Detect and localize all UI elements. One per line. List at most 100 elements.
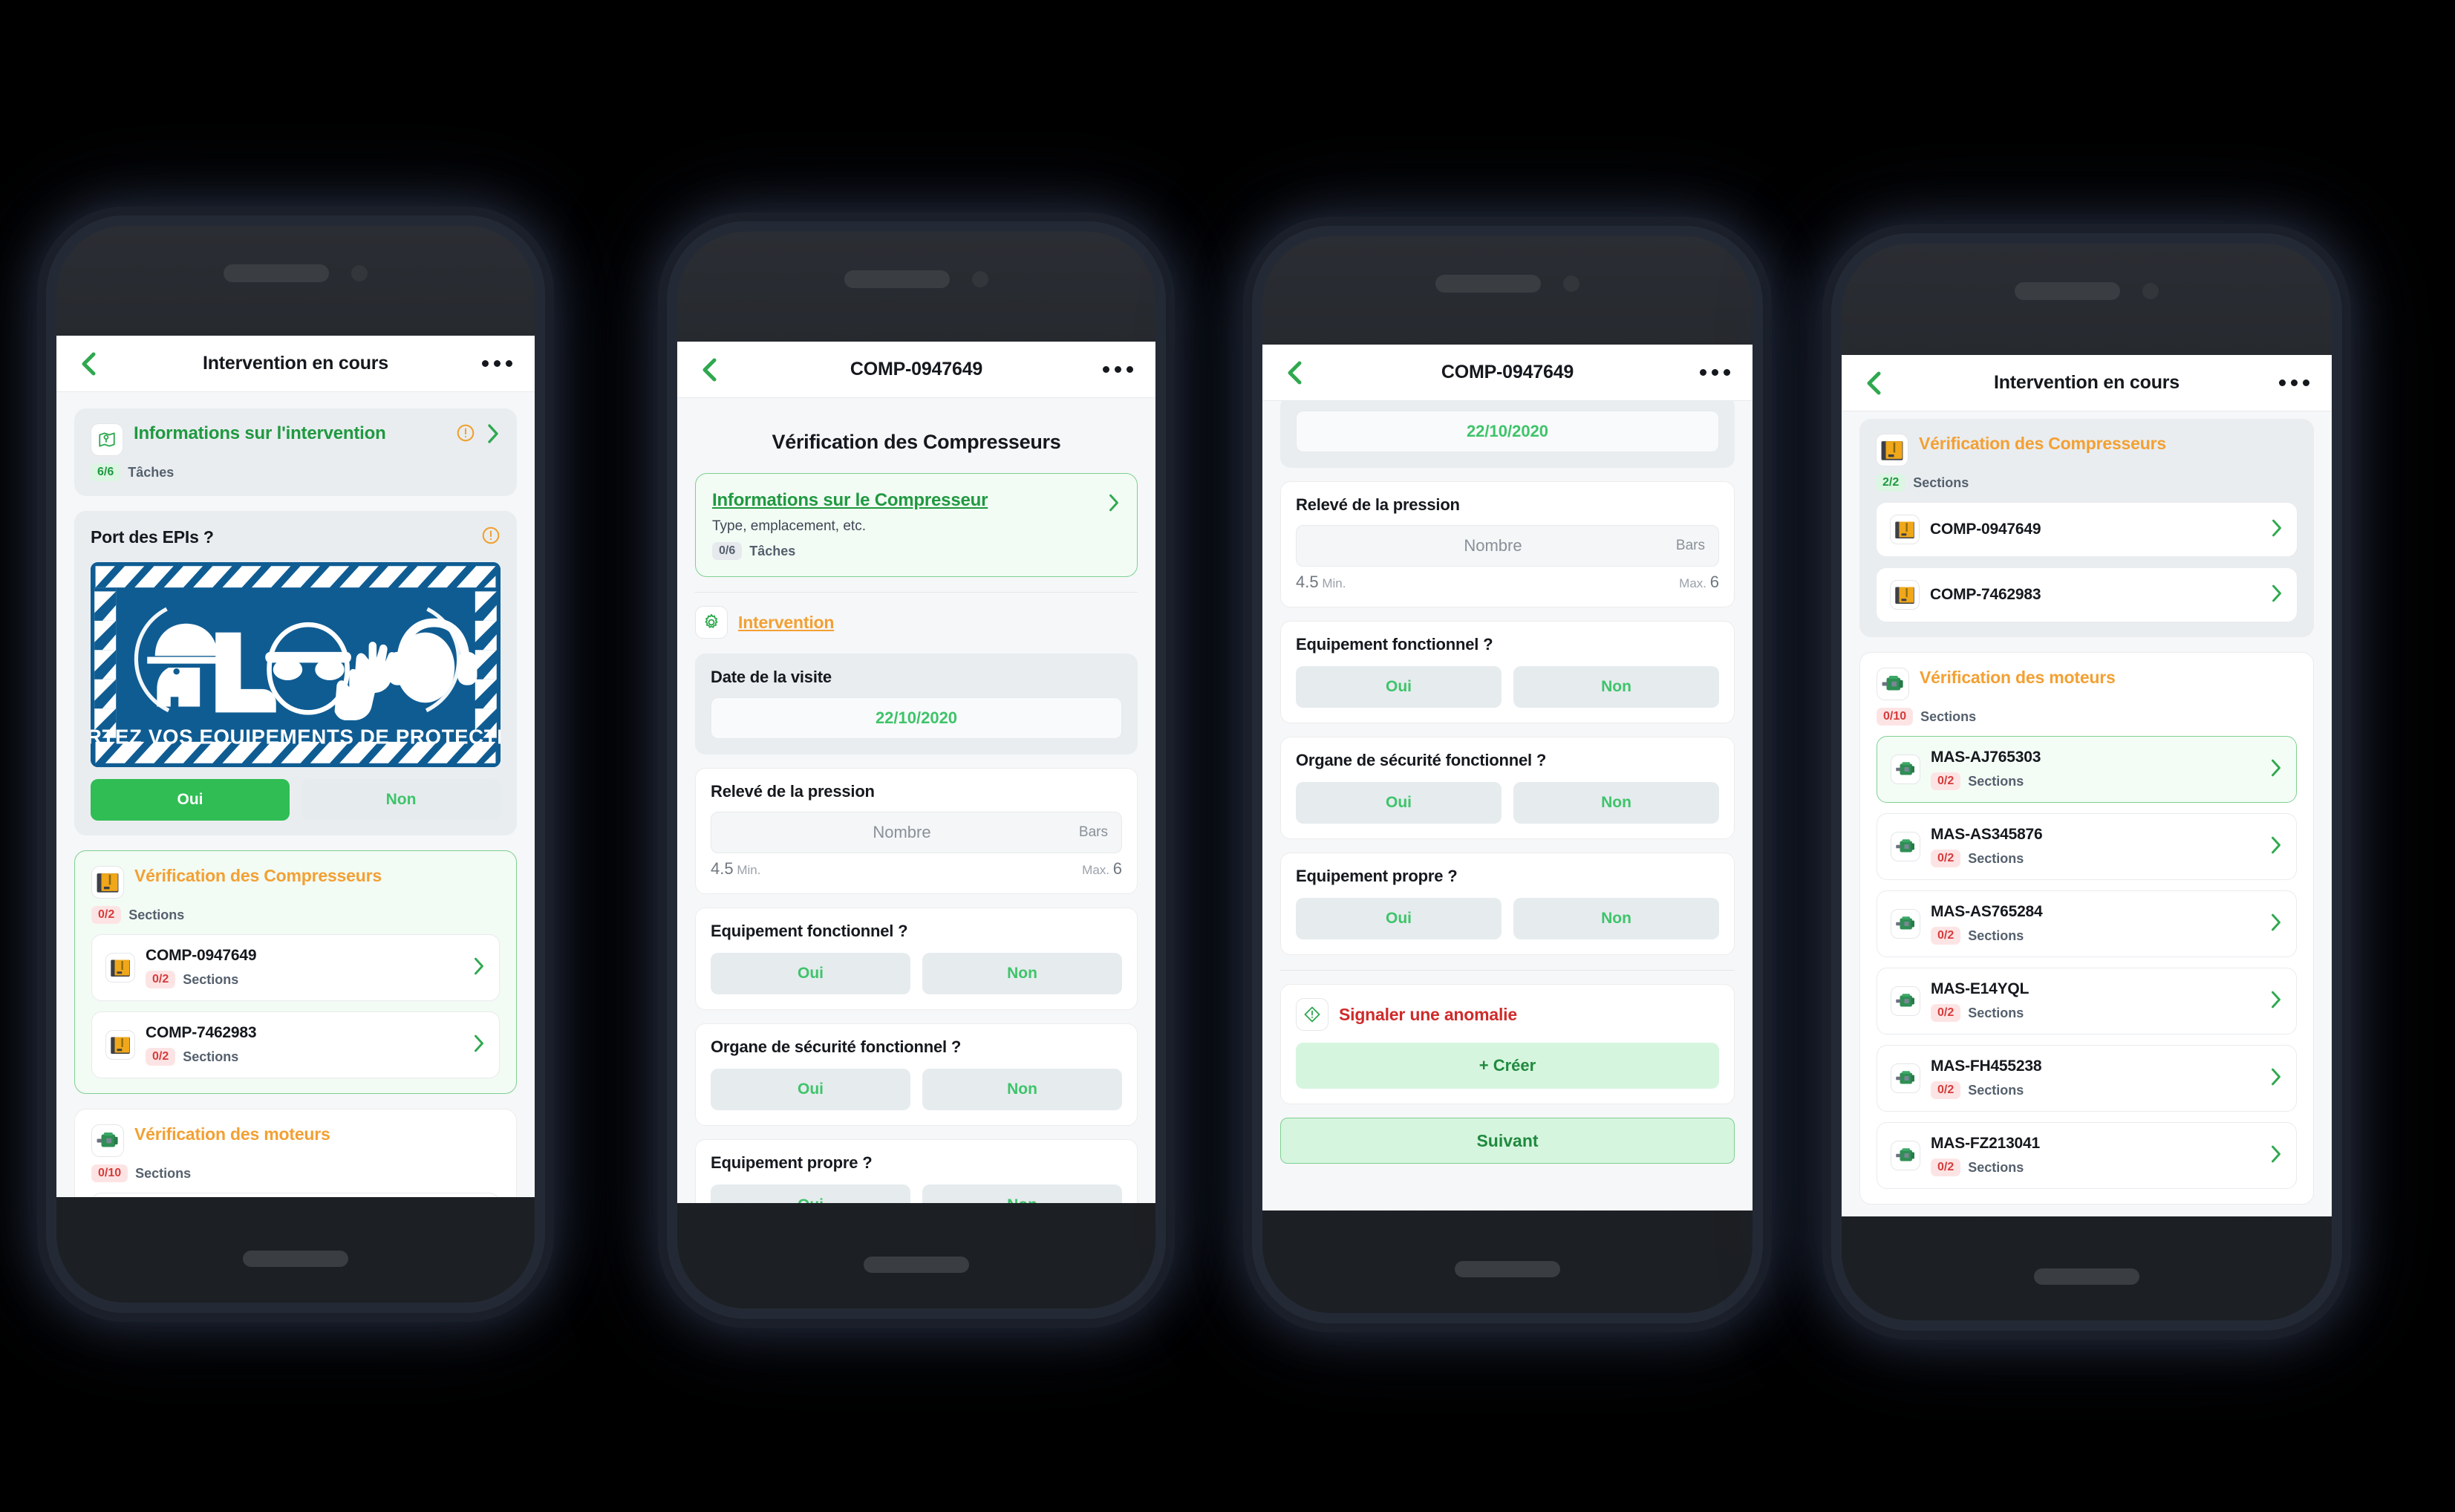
chevron-right-icon[interactable] (2269, 1144, 2283, 1167)
field-label: Organe de sécurité fonctionnel ? (1296, 751, 1547, 769)
chevron-right-icon[interactable] (2270, 584, 2283, 607)
chevron-right-icon[interactable] (472, 957, 486, 980)
chevron-right-icon[interactable] (486, 423, 501, 448)
create-anomaly-button[interactable]: + Créer (1296, 1043, 1719, 1089)
navbar: Intervention en cours (56, 336, 535, 392)
chevron-right-icon[interactable] (2269, 758, 2283, 781)
chevron-right-icon[interactable] (2270, 518, 2283, 541)
content-scroll[interactable]: Informations sur l'intervention 6/6 Tâch… (56, 392, 535, 1197)
group-count-label: Sections (128, 907, 185, 922)
chevron-left-icon[interactable] (700, 357, 719, 382)
field-label: Organe de sécurité fonctionnel ? (711, 1037, 962, 1057)
list-item-count-label: Sections (183, 971, 239, 987)
yes-button[interactable]: Oui (711, 1184, 910, 1203)
no-button[interactable]: Non (1513, 666, 1719, 708)
list-item[interactable]: COMP-0947649 0/2 Sections (91, 934, 500, 1001)
chevron-left-icon[interactable] (1285, 360, 1304, 385)
ellipsis-icon[interactable] (1103, 366, 1133, 373)
list-item[interactable]: MAS-FZ213041 0/2 Sections (1877, 1122, 2297, 1189)
field-organe-securite: Organe de sécurité fonctionnel ? Oui Non (695, 1023, 1138, 1127)
no-button[interactable]: Non (922, 953, 1122, 995)
yes-button[interactable]: Oui (1296, 782, 1502, 824)
chevron-right-icon[interactable] (472, 1034, 486, 1057)
group-compresseurs[interactable]: Vérification des Compresseurs 2/2 Sectio… (1859, 419, 2314, 637)
epi-no-button[interactable]: Non (301, 779, 501, 821)
no-button[interactable]: Non (922, 1069, 1122, 1111)
home-indicator (2034, 1268, 2139, 1285)
no-button[interactable]: Non (922, 1184, 1122, 1203)
list-item-label: MAS-AS345876 (1931, 826, 2043, 843)
epi-question-card: Port des EPIs ? TEZ VOS EQUIPEMENTS DE P… (74, 511, 517, 835)
divider (695, 592, 1138, 593)
list-item-count-badge: 0/2 (1931, 1159, 1961, 1176)
content-scroll[interactable]: Vérification des Compresseurs 2/2 Sectio… (1842, 411, 2332, 1205)
yes-button[interactable]: Oui (1296, 898, 1502, 939)
yes-button[interactable]: Oui (1296, 666, 1502, 708)
task-count-badge: 6/6 (91, 463, 121, 481)
group-compresseurs[interactable]: Vérification des Compresseurs 0/2 Sectio… (74, 850, 517, 1094)
pressure-input[interactable]: Nombre Bars (1296, 525, 1719, 567)
no-button[interactable]: Non (1513, 898, 1719, 939)
phone-1-screen: Intervention en cours Informations sur l… (56, 336, 535, 1197)
field-label: Equipement propre ? (711, 1153, 873, 1173)
chevron-right-icon[interactable] (2269, 990, 2283, 1013)
epi-yes-button[interactable]: Oui (91, 779, 290, 821)
anomaly-title: Signaler une anomalie (1339, 1004, 1517, 1024)
phone-2: COMP-0947649 Vérification des Compresseu… (677, 232, 1155, 1309)
list-item[interactable]: MAS-FH455238 0/2 Sections (1877, 1045, 2297, 1112)
list-item[interactable]: MAS-AJ765303 0/2 Sections (1877, 736, 2297, 803)
chevron-right-icon[interactable] (2269, 913, 2283, 936)
max-value: 6 (1709, 573, 1719, 591)
chevron-right-icon[interactable] (2269, 835, 2283, 858)
list-item[interactable]: COMP-7462983 (1876, 567, 2298, 622)
list-item-label: COMP-0947649 (1930, 521, 2041, 538)
intervention-info-card[interactable]: Informations sur l'intervention 6/6 Tâch… (74, 408, 517, 496)
date-value: 22/10/2020 (1466, 422, 1549, 440)
pressure-input[interactable]: Nombre Bars (711, 812, 1122, 854)
chevron-right-icon[interactable] (2269, 1067, 2283, 1090)
input-unit: Bars (1078, 824, 1108, 841)
compressor-icon (91, 866, 124, 899)
list-item[interactable]: MAS-AS765284 0/2 Sections (1877, 890, 2297, 957)
list-item[interactable]: MAS-AS345876 0/2 Sections (1877, 813, 2297, 880)
ellipsis-icon[interactable] (2279, 379, 2309, 386)
list-item-label: COMP-0947649 (146, 947, 257, 964)
input-placeholder: Nombre (1464, 536, 1522, 555)
compressor-info-card[interactable]: Informations sur le Compresseur Type, em… (695, 473, 1138, 578)
phone-notch (1435, 275, 1579, 293)
date-input[interactable]: 22/10/2020 (1296, 411, 1719, 452)
date-input[interactable]: 22/10/2020 (711, 697, 1122, 740)
input-unit: Bars (1675, 538, 1705, 553)
group-count-badge: 2/2 (1876, 474, 1906, 492)
list-item[interactable]: COMP-7462983 0/2 Sections (91, 1011, 500, 1078)
list-item[interactable]: MAS-E14YQL 0/2 Sections (1877, 968, 2297, 1034)
no-button[interactable]: Non (1513, 782, 1719, 824)
epi-question-label: Port des EPIs ? (91, 527, 214, 547)
list-item[interactable]: COMP-0947649 (1876, 502, 2298, 557)
list-item[interactable]: MAS-AJ765303 0/2 Sections (91, 1193, 500, 1197)
content-scroll[interactable]: Vérification des Compresseurs Informatio… (677, 398, 1155, 1203)
chevron-left-icon[interactable] (1864, 371, 1883, 396)
chevron-right-icon[interactable] (1107, 493, 1121, 516)
content-scroll[interactable]: 22/10/2020 Relevé de la pression Nombre … (1262, 397, 1753, 1164)
ellipsis-icon[interactable] (1700, 369, 1730, 376)
next-button[interactable]: Suivant (1280, 1118, 1735, 1164)
motor-icon (1891, 1141, 1920, 1170)
yes-button[interactable]: Oui (711, 1069, 910, 1111)
chevron-left-icon[interactable] (79, 351, 98, 377)
field-label: Relevé de la pression (711, 782, 875, 801)
epi-safety-sign-image: PORTEZ VOS EQUIPEMENTS DE PROTECTION (91, 562, 501, 767)
list-item-count-label: Sections (1968, 928, 2024, 943)
group-moteurs[interactable]: Vérification des moteurs 0/10 Sections M… (74, 1109, 517, 1197)
motor-icon (1891, 986, 1920, 1016)
field-date-visite: Date de la visite 22/10/2020 (695, 654, 1138, 755)
multi-phone-mockup: Intervention en cours Informations sur l… (0, 0, 2455, 1512)
motor-icon (1891, 909, 1920, 939)
yes-button[interactable]: Oui (711, 953, 910, 995)
list-item-count-label: Sections (1968, 1005, 2024, 1020)
group-moteurs[interactable]: Vérification des moteurs 0/10 Sections M… (1859, 652, 2314, 1205)
motor-icon (1877, 668, 1909, 700)
alert-circle-icon (481, 526, 501, 549)
ellipsis-icon[interactable] (482, 360, 512, 367)
phone-4-screen: Intervention en cours Vérification des C… (1842, 355, 2332, 1216)
